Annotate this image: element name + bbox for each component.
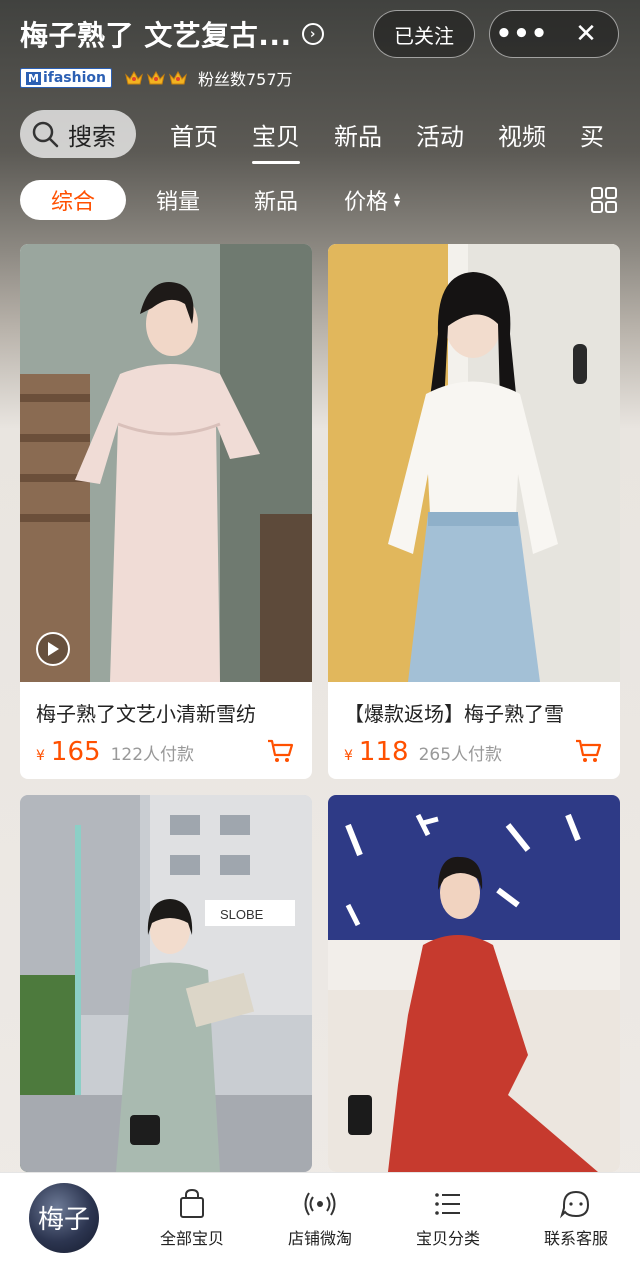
product-title[interactable]: 【爆款返场】梅子熟了雪 <box>328 698 620 727</box>
sort-price-label: 价格 <box>344 190 389 215</box>
ifashion-badge: M ifashion <box>20 68 112 88</box>
tab-home[interactable]: 首页 <box>170 117 218 152</box>
currency-symbol: ¥ <box>36 748 45 764</box>
product-image[interactable] <box>328 244 620 682</box>
bottom-tab-bar: 梅子 全部宝贝 店铺微淘 宝贝分类 联系客服 <box>0 1172 640 1262</box>
shop-header: 梅子熟了 文艺复古... › 已关注 ••• ✕ M ifashion 粉丝数7… <box>0 0 640 240</box>
shop-logo[interactable]: 梅子 <box>0 1173 128 1262</box>
currency-symbol: ¥ <box>344 748 353 764</box>
tab-buyers-show[interactable]: 买 <box>580 117 604 152</box>
sort-sales[interactable]: 销量 <box>156 184 200 216</box>
product-card[interactable]: SLOBE <box>20 795 312 1172</box>
shop-logo-image: 梅子 <box>29 1182 99 1253</box>
close-icon[interactable]: ✕ <box>554 11 618 57</box>
product-card[interactable]: 【爆款返场】梅子熟了雪 ¥ 118 265人付款 <box>328 244 620 779</box>
shop-title[interactable]: 梅子熟了 文艺复古... <box>20 14 292 54</box>
broadcast-icon <box>304 1191 336 1216</box>
search-label: 搜索 <box>68 122 116 151</box>
customer-service-icon <box>559 1190 590 1218</box>
tab-events[interactable]: 活动 <box>416 117 464 152</box>
shop-title-row[interactable]: 梅子熟了 文艺复古... › <box>20 14 324 54</box>
crown-icon <box>168 69 188 87</box>
product-image[interactable] <box>328 795 620 1172</box>
product-card[interactable]: 梅子熟了文艺小清新雪纺 ¥ 165 122人付款 <box>20 244 312 779</box>
search-icon <box>32 121 59 148</box>
sales-count: 265人付款 <box>418 745 503 765</box>
tab-label: 联系客服 <box>543 1228 608 1248</box>
shop-nav: 搜索 首页 宝贝 新品 活动 视频 买 <box>20 110 604 164</box>
shop-badge-row: M ifashion 粉丝数757万 <box>20 66 293 90</box>
shopping-bag-icon <box>180 1188 204 1218</box>
follow-button[interactable]: 已关注 <box>373 10 475 58</box>
crown-icon <box>146 69 166 87</box>
product-price: 165 <box>50 737 101 767</box>
tab-shop-feed[interactable]: 店铺微淘 <box>256 1173 384 1262</box>
price-row: ¥ 118 265人付款 <box>328 737 620 769</box>
tab-products[interactable]: 宝贝 <box>252 117 300 164</box>
tab-videos[interactable]: 视频 <box>498 117 546 152</box>
sort-new[interactable]: 新品 <box>254 184 298 216</box>
tab-new[interactable]: 新品 <box>334 117 382 152</box>
mini-program-capsule: ••• ✕ <box>489 10 619 58</box>
sort-price[interactable]: 价格 ▲ ▼ <box>344 184 400 216</box>
product-title[interactable]: 梅子熟了文艺小清新雪纺 <box>20 698 312 727</box>
tab-customer-service[interactable]: 联系客服 <box>512 1173 640 1262</box>
fans-count: 粉丝数757万 <box>197 70 293 89</box>
category-list-icon <box>435 1192 460 1215</box>
product-card[interactable] <box>328 795 620 1172</box>
slobe-sign: SLOBE <box>220 907 264 922</box>
more-icon[interactable]: ••• <box>490 11 554 57</box>
sort-filter-bar: 综合 销量 新品 价格 ▲ ▼ <box>20 180 620 220</box>
product-price: 118 <box>358 737 409 767</box>
play-video-icon[interactable] <box>36 632 70 666</box>
ifashion-logo-icon: M <box>26 71 41 85</box>
sales-count: 122人付款 <box>110 745 195 765</box>
tab-label: 宝贝分类 <box>415 1228 480 1248</box>
sort-comprehensive[interactable]: 综合 <box>20 180 126 220</box>
price-row: ¥ 165 122人付款 <box>20 737 312 769</box>
grid-view-icon[interactable] <box>590 186 618 214</box>
add-to-cart-icon[interactable] <box>266 737 294 765</box>
ifashion-badge-text: ifashion <box>42 70 106 86</box>
sort-arrows-icon: ▲ ▼ <box>394 191 401 208</box>
crown-icon <box>124 69 144 87</box>
tab-categories[interactable]: 宝贝分类 <box>384 1173 512 1262</box>
add-to-cart-icon[interactable] <box>574 737 602 765</box>
tab-label: 店铺微淘 <box>287 1228 352 1248</box>
crown-rating <box>124 69 188 87</box>
chevron-right-icon[interactable]: › <box>301 23 324 45</box>
tab-label: 全部宝贝 <box>159 1228 224 1248</box>
search-button[interactable]: 搜索 <box>20 110 136 158</box>
product-image[interactable]: SLOBE <box>20 795 312 1172</box>
tab-all-products[interactable]: 全部宝贝 <box>128 1173 256 1262</box>
product-image[interactable] <box>20 244 312 682</box>
